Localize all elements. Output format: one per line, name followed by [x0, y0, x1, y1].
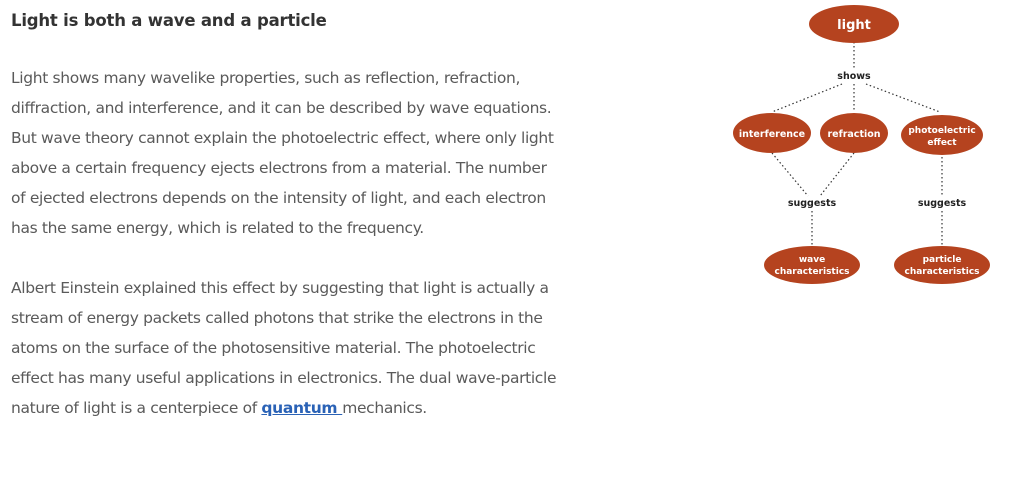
node-particle-characteristics: particle characteristics — [894, 246, 990, 284]
paragraph-einstein: Albert Einstein explained this effect by… — [11, 273, 559, 423]
node-refraction-label: refraction — [827, 129, 880, 140]
line-shows-interference — [771, 83, 843, 113]
node-particle-label-2: characteristics — [904, 267, 979, 277]
node-particle-label-1: particle — [923, 255, 962, 265]
node-interference: interference — [733, 113, 811, 153]
paragraph-einstein-text: Albert Einstein explained this effect by… — [11, 278, 557, 417]
node-photoelectric-effect: photoelectric effect — [901, 115, 983, 155]
node-photoelectric-label-2: effect — [927, 138, 957, 148]
paragraph-wave-properties: Light shows many wavelike properties, su… — [11, 69, 554, 238]
connector-suggests-right-label: suggests — [918, 198, 967, 209]
node-interference-label: interference — [739, 129, 805, 140]
concept-map: light shows interference refraction phot… — [733, 5, 990, 284]
node-refraction: refraction — [820, 113, 888, 153]
node-light-label: light — [837, 18, 871, 33]
node-photoelectric-label-1: photoelectric — [908, 126, 975, 136]
article: Light is both a wave and a particle Ligh… — [11, 8, 571, 423]
node-wave-label-1: wave — [799, 255, 825, 265]
node-wave-characteristics: wave characteristics — [764, 246, 860, 284]
node-light: light — [809, 5, 899, 43]
line-refraction-suggests — [819, 152, 855, 197]
line-interference-suggests — [771, 152, 809, 197]
line-shows-photoelectric — [865, 83, 941, 113]
connector-shows-label: shows — [837, 71, 871, 82]
node-wave-label-2: characteristics — [774, 267, 849, 277]
article-title: Light is both a wave and a particle — [11, 11, 327, 30]
quantum-link[interactable]: quantum — [261, 399, 342, 417]
paragraph-einstein-end: mechanics. — [342, 398, 427, 417]
connector-suggests-left-label: suggests — [788, 198, 837, 209]
